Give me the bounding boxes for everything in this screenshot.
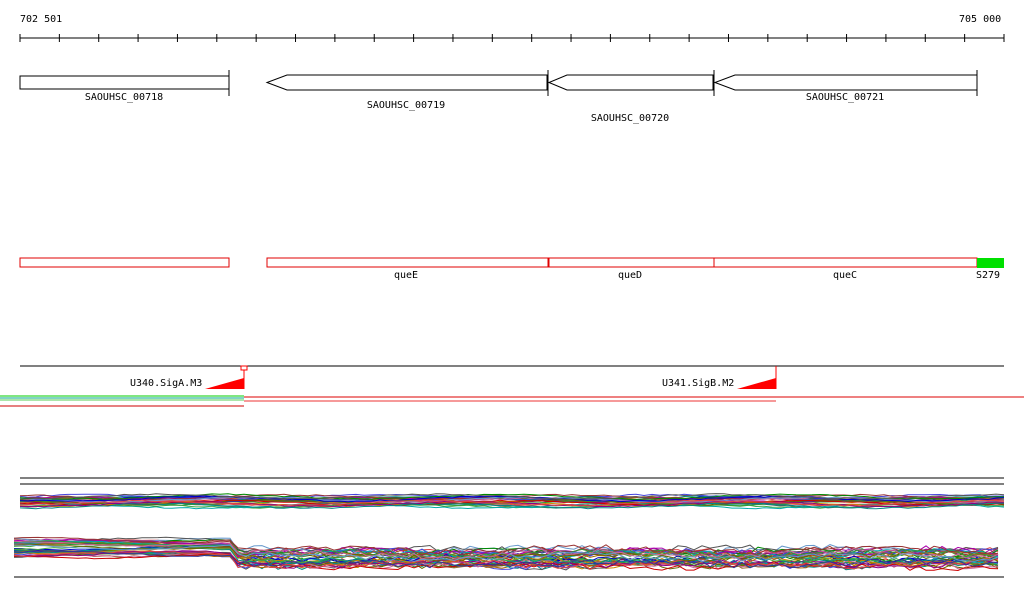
- position-ruler: [19, 34, 1005, 42]
- gene-arrow[interactable]: [713, 74, 978, 91]
- expression-profile-track: [13, 477, 1005, 578]
- gene-arrow[interactable]: [547, 74, 714, 91]
- feature-box-green[interactable]: [977, 258, 1004, 268]
- promoter-start-box: [240, 365, 248, 371]
- gene-label[interactable]: SAOUHSC_00718: [85, 92, 163, 104]
- gene-label[interactable]: SAOUHSC_00720: [591, 113, 669, 125]
- gene-label[interactable]: SAOUHSC_00719: [367, 100, 445, 112]
- promoter-marker[interactable]: [205, 378, 244, 389]
- promoter-label[interactable]: U340.SigA.M3: [130, 378, 202, 390]
- feature-label[interactable]: queC: [833, 270, 857, 282]
- feature-track: [19, 257, 1004, 268]
- feature-label[interactable]: queD: [618, 270, 642, 282]
- genome-browser-view: 702 501 705 000 SAOUHSC_00718 SAOUHSC_00…: [0, 0, 1024, 611]
- gene-label[interactable]: SAOUHSC_00721: [806, 92, 884, 104]
- feature-box[interactable]: [266, 257, 549, 268]
- feature-box[interactable]: [713, 257, 978, 268]
- feature-box[interactable]: [548, 257, 715, 268]
- feature-label[interactable]: queE: [394, 270, 418, 282]
- gene-arrow[interactable]: [265, 74, 548, 91]
- feature-box[interactable]: [19, 257, 230, 268]
- promoter-marker[interactable]: [737, 378, 776, 389]
- promoter-label[interactable]: U341.SigB.M2: [662, 378, 734, 390]
- gene-arrow[interactable]: [19, 75, 230, 90]
- feature-label[interactable]: S279: [976, 270, 1000, 282]
